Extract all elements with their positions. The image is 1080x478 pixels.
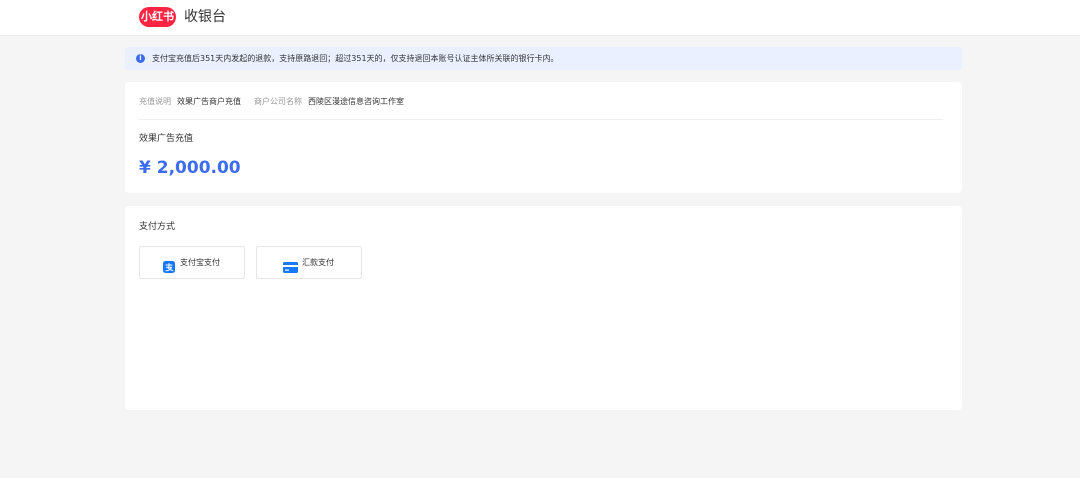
merchant-name-label: 商户公司名称 — [254, 97, 302, 106]
alipay-label: 支付宝支付 — [180, 258, 220, 267]
refund-notice-banner: i 支付宝充值后351天内发起的退款，支持原路退回；超过351天的，仅支持退回本… — [125, 47, 962, 70]
xiaohongshu-logo[interactable]: 小红书 — [139, 7, 176, 27]
order-meta-row: 充值说明 效果广告商户充值 商户公司名称 西陵区漫途信息咨询工作室 — [139, 96, 404, 108]
page-title: 收银台 — [184, 9, 226, 25]
bank-transfer-label: 汇款支付 — [302, 258, 334, 267]
payment-method-title: 支付方式 — [139, 222, 176, 232]
order-info-card: 充值说明 效果广告商户充值 商户公司名称 西陵区漫途信息咨询工作室 效果广告充值 ¥ … — [125, 82, 962, 193]
recharge-description-value: 效果广告商户充值 — [177, 97, 241, 106]
divider — [139, 119, 943, 120]
bank-transfer-payment-button[interactable]: 汇款支付 — [256, 246, 362, 279]
bank-card-icon — [283, 258, 298, 277]
alipay-payment-button[interactable]: 支付宝支付 — [139, 246, 245, 279]
info-icon: i — [136, 54, 145, 63]
payment-method-card: 支付方式 支付宝支付 汇款支付 — [125, 206, 962, 410]
recharge-description-label: 充值说明 — [139, 97, 171, 106]
alipay-icon — [163, 258, 175, 277]
payment-amount: ¥ 2,000.00 — [139, 158, 241, 178]
top-bar: 小红书 收银台 — [0, 0, 1080, 36]
notice-text: 支付宝充值后351天内发起的退款，支持原路退回；超过351天的，仅支持退回本账号… — [152, 54, 559, 63]
product-name: 效果广告充值 — [139, 134, 194, 144]
merchant-name-value: 西陵区漫途信息咨询工作室 — [308, 97, 404, 106]
